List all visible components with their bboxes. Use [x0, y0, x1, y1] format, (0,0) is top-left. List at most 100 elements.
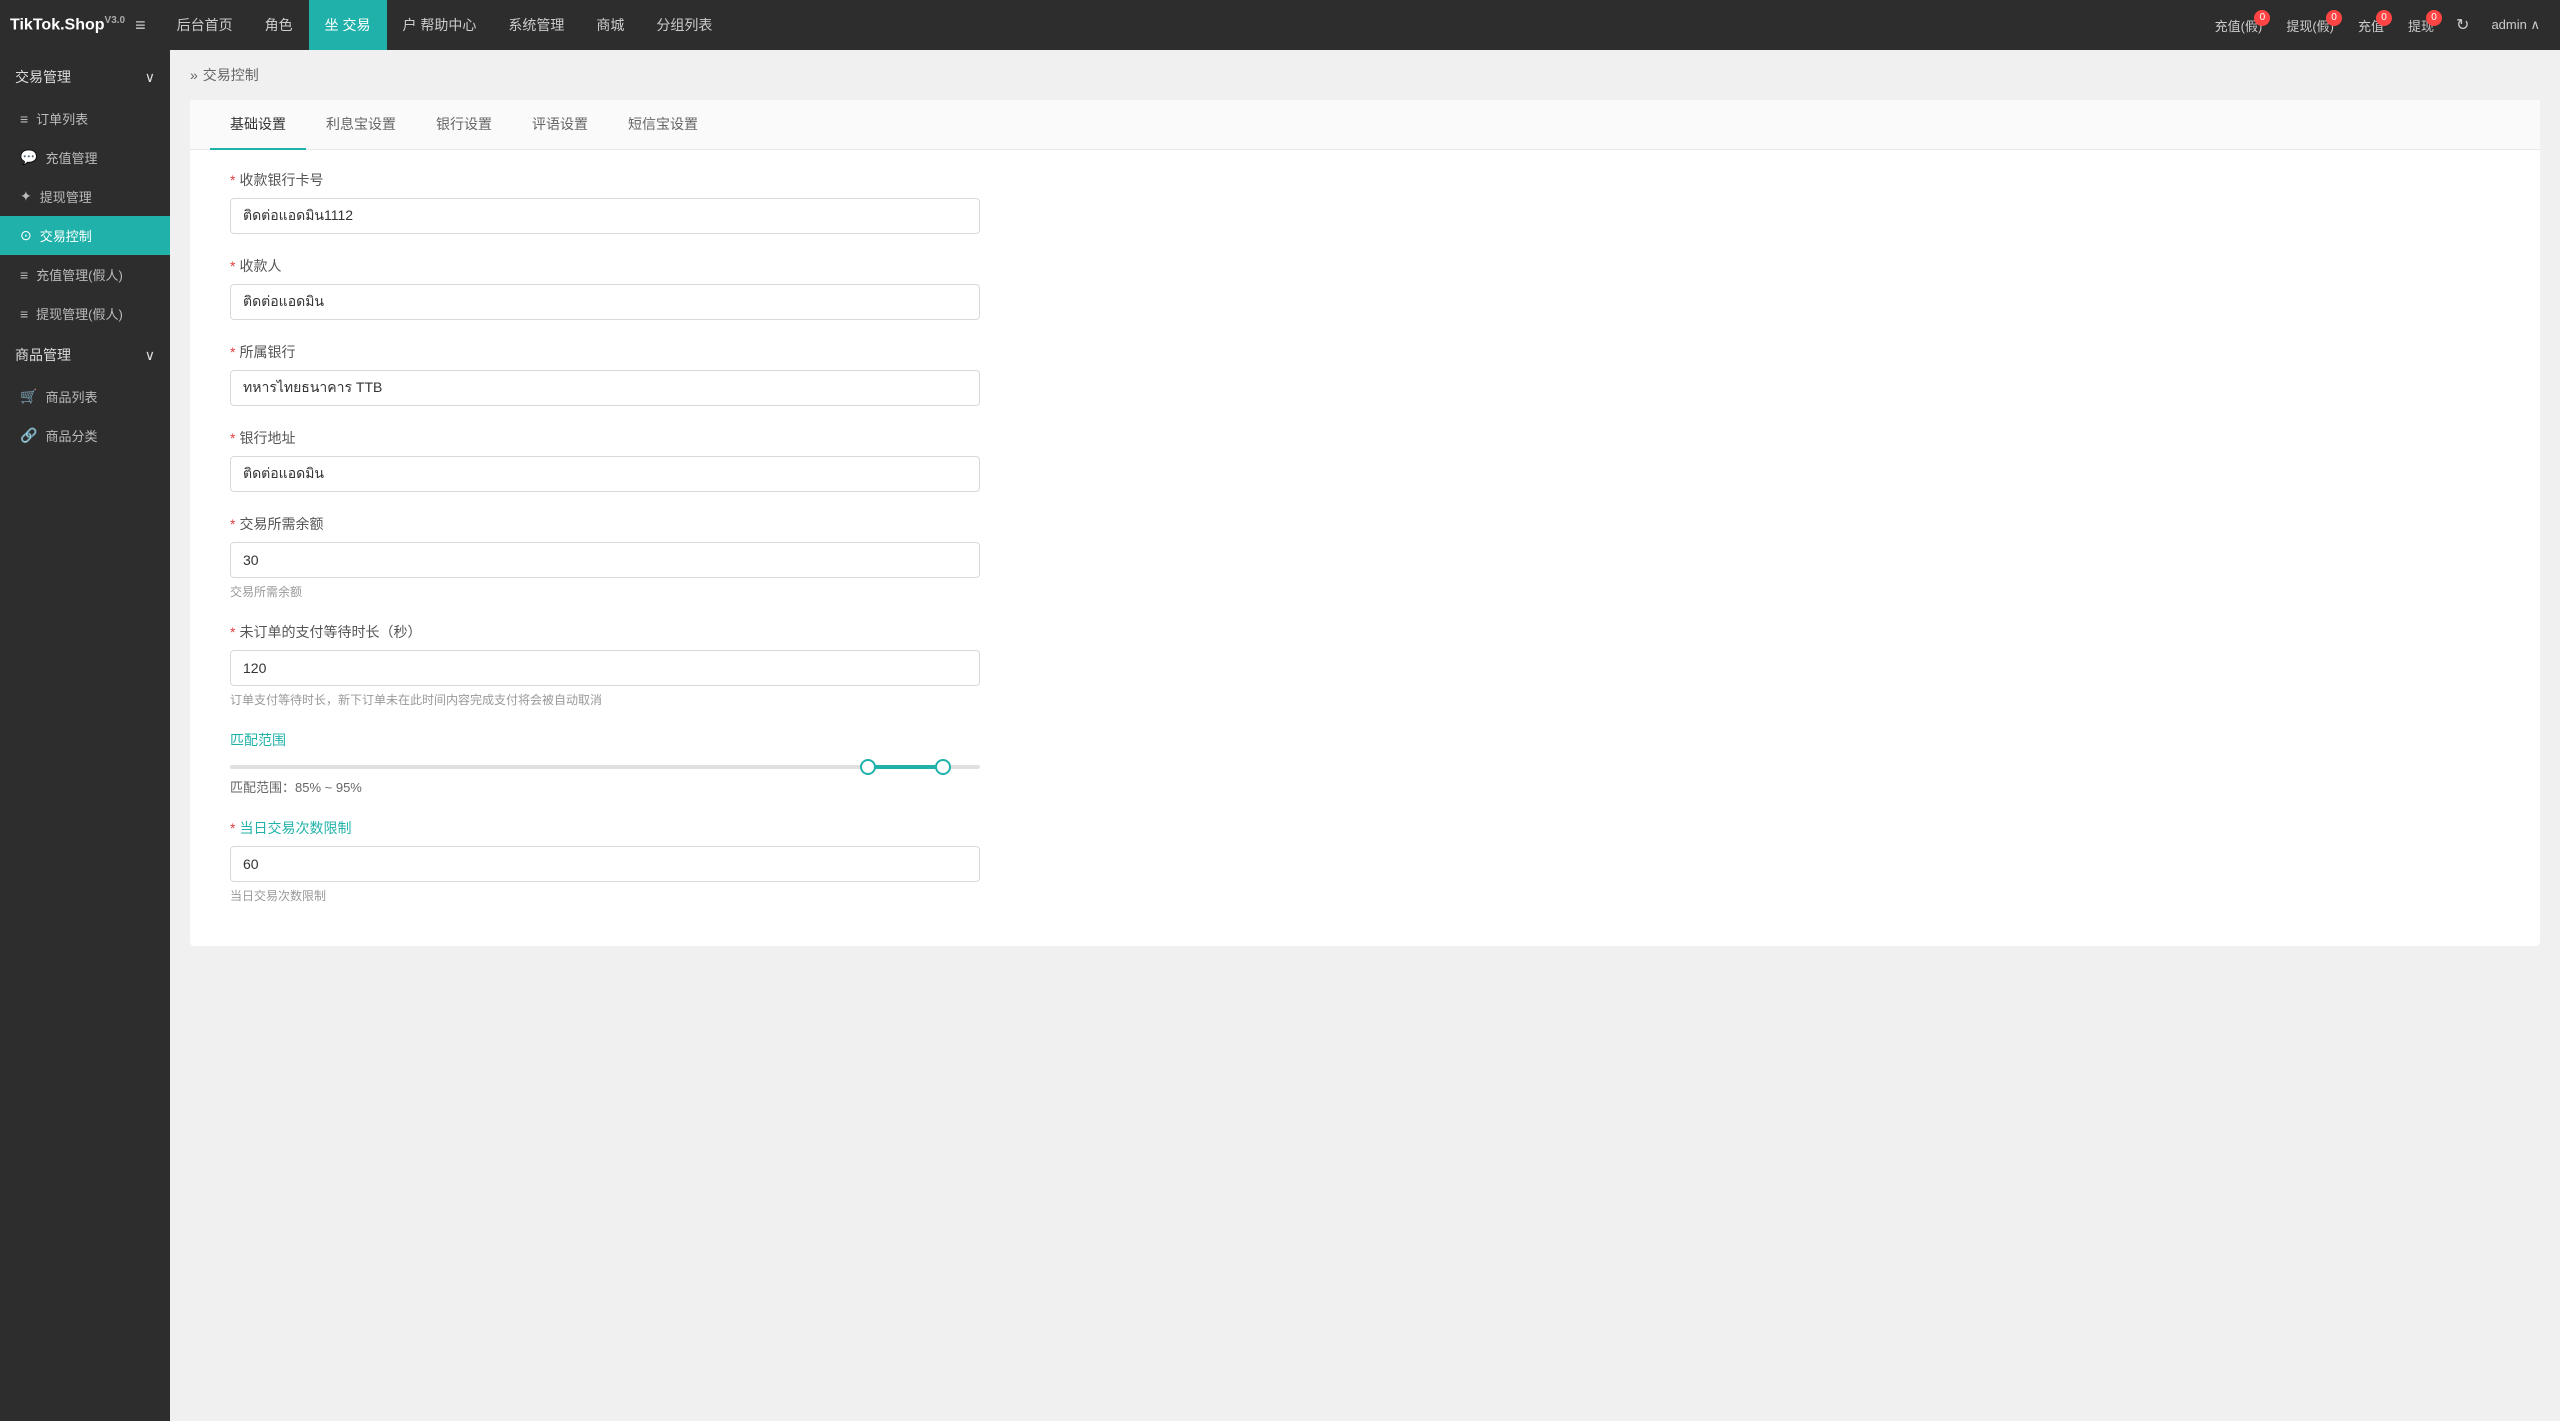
slider-hint: 匹配范围：85% ~ 95%: [230, 777, 2500, 796]
sidebar-item-trade-control-label: 交易控制: [40, 226, 92, 245]
withdraw-fake-button[interactable]: 提现(假) 0: [2276, 12, 2344, 39]
form-label-slider: 匹配范围: [230, 730, 2500, 750]
slider-thumb-right[interactable]: [935, 759, 951, 775]
form-label-trade-balance: * 交易所需余额: [230, 514, 2500, 534]
form-label-daily-limit: * 当日交易次数限制: [230, 818, 2500, 838]
input-bank-name[interactable]: [230, 370, 980, 406]
sidebar-section-product-label: 商品管理: [15, 345, 71, 365]
input-payee[interactable]: [230, 284, 980, 320]
nav-grouplist[interactable]: 分组列表: [640, 0, 728, 50]
hint-daily-limit: 当日交易次数限制: [230, 887, 2500, 904]
hint-trade-balance: 交易所需余额: [230, 583, 2500, 600]
control-icon: ⊙: [20, 227, 32, 244]
sidebar-item-recharge-label: 充值管理: [45, 148, 97, 167]
chevron-down-icon2: ∨: [145, 347, 155, 364]
tab-alipay[interactable]: 利息宝设置: [306, 100, 416, 150]
tab-sms[interactable]: 短信宝设置: [608, 100, 718, 150]
list2-icon: ≡: [20, 267, 28, 283]
input-daily-limit[interactable]: [230, 846, 980, 882]
slider-thumb-left[interactable]: [860, 759, 876, 775]
breadcrumb: » 交易控制: [190, 65, 2540, 85]
required-mark3: *: [230, 344, 235, 360]
sidebar-item-product-category[interactable]: 🔗 商品分类: [0, 416, 170, 455]
tab-review[interactable]: 评语设置: [512, 100, 608, 150]
tab-bank[interactable]: 银行设置: [416, 100, 512, 150]
label-text-daily-limit: 当日交易次数限制: [239, 818, 351, 838]
sidebar-item-recharge-fake-label: 充值管理(假人): [36, 265, 123, 284]
withdraw-fake-badge: 0: [2326, 10, 2342, 26]
sidebar-item-withdraw-mgmt[interactable]: ✦ 提现管理: [0, 177, 170, 216]
sidebar-item-recharge-mgmt[interactable]: 💬 充值管理: [0, 138, 170, 177]
input-bank-card[interactable]: [230, 198, 980, 234]
sidebar-item-recharge-fake[interactable]: ≡ 充值管理(假人): [0, 255, 170, 294]
sidebar-item-product-list[interactable]: 🛒 商品列表: [0, 377, 170, 416]
refresh-button[interactable]: ↻: [2448, 11, 2477, 39]
nav-system[interactable]: 系统管理: [492, 0, 580, 50]
app-logo: TikTok.ShopV3.0: [10, 15, 125, 34]
slider-container[interactable]: [230, 765, 980, 769]
withdraw-badge: 0: [2426, 10, 2442, 26]
required-mark: *: [230, 172, 235, 188]
sidebar-item-trade-control[interactable]: ⊙ 交易控制: [0, 216, 170, 255]
form-group-bank-address: * 银行地址: [230, 428, 2500, 492]
nav-items: 后台首页 角色 坐 交易 户 帮助中心 系统管理 商城 分组列表: [161, 0, 2205, 50]
sidebar-section-product-mgmt[interactable]: 商品管理 ∨: [0, 333, 170, 377]
hint-payment-timeout: 订单支付等待时长，新下订单未在此时间内容完成支付将会被自动取消: [230, 691, 2500, 708]
form-label-payee: * 收款人: [230, 256, 2500, 276]
label-text-payee: 收款人: [239, 256, 281, 276]
input-payment-timeout[interactable]: [230, 650, 980, 686]
form-label-payment-timeout: * 未订单的支付等待时长（秒）: [230, 622, 2500, 642]
recharge-badge: 0: [2376, 10, 2392, 26]
input-trade-balance[interactable]: [230, 542, 980, 578]
recharge-button[interactable]: 充值 0: [2348, 12, 2394, 39]
form-group-daily-limit: * 当日交易次数限制 当日交易次数限制: [230, 818, 2500, 904]
required-mark6: *: [230, 624, 235, 640]
form-label-bank-address: * 银行地址: [230, 428, 2500, 448]
nav-shop[interactable]: 商城: [580, 0, 640, 50]
recharge-fake-button[interactable]: 充值(假) 0: [2205, 12, 2273, 39]
form-group-payee: * 收款人: [230, 256, 2500, 320]
label-text-trade-balance: 交易所需余额: [239, 514, 323, 534]
top-right-actions: 充值(假) 0 提现(假) 0 充值 0 提现 0 ↻ admin ∧: [2205, 11, 2550, 39]
page-layout: 交易管理 ∨ ≡ 订单列表 💬 充值管理 ✦ 提现管理 ⊙ 交易控制 ≡ 充值管…: [0, 50, 2560, 1421]
top-navigation: TikTok.ShopV3.0 ≡ 后台首页 角色 坐 交易 户 帮助中心 系统…: [0, 0, 2560, 50]
label-text-bank-address: 银行地址: [239, 428, 295, 448]
input-bank-address[interactable]: [230, 456, 980, 492]
tab-basic[interactable]: 基础设置: [210, 100, 306, 150]
withdraw-button[interactable]: 提现 0: [2398, 12, 2444, 39]
sidebar-item-withdraw-fake[interactable]: ≡ 提现管理(假人): [0, 294, 170, 333]
sidebar-section-trade-label: 交易管理: [15, 67, 71, 87]
label-text-bank-name: 所属银行: [239, 342, 295, 362]
form-group-bank-card: * 收款银行卡号: [230, 170, 2500, 234]
form-body: * 收款银行卡号 * 收款人 * 所: [190, 150, 2540, 946]
form-label-bank-name: * 所属银行: [230, 342, 2500, 362]
label-text-bank-card: 收款银行卡号: [239, 170, 323, 190]
chevron-down-icon: ∨: [145, 69, 155, 86]
list-icon: ≡: [20, 111, 28, 127]
menu-toggle-icon[interactable]: ≡: [135, 15, 146, 36]
label-text-slider: 匹配范围: [230, 730, 286, 750]
star-icon: ✦: [20, 188, 32, 205]
sidebar-section-trade-mgmt[interactable]: 交易管理 ∨: [0, 55, 170, 99]
sidebar-item-product-category-label: 商品分类: [45, 426, 97, 445]
sidebar-item-product-list-label: 商品列表: [45, 387, 97, 406]
form-group-payment-timeout: * 未订单的支付等待时长（秒） 订单支付等待时长，新下订单未在此时间内容完成支付…: [230, 622, 2500, 708]
nav-help[interactable]: 户 帮助中心: [387, 0, 493, 50]
sidebar-item-order-label: 订单列表: [36, 109, 88, 128]
nav-home[interactable]: 后台首页: [161, 0, 249, 50]
sidebar: 交易管理 ∨ ≡ 订单列表 💬 充值管理 ✦ 提现管理 ⊙ 交易控制 ≡ 充值管…: [0, 50, 170, 1421]
nav-trade[interactable]: 坐 交易: [309, 0, 387, 50]
required-mark2: *: [230, 258, 235, 274]
sidebar-item-order-list[interactable]: ≡ 订单列表: [0, 99, 170, 138]
form-group-bank-name: * 所属银行: [230, 342, 2500, 406]
link-icon: 🔗: [20, 427, 37, 444]
admin-menu-button[interactable]: admin ∧: [2481, 13, 2550, 37]
label-text-payment-timeout: 未订单的支付等待时长（秒）: [239, 622, 421, 642]
sidebar-item-withdraw-fake-label: 提现管理(假人): [36, 304, 123, 323]
required-mark4: *: [230, 430, 235, 446]
tab-bar: 基础设置 利息宝设置 银行设置 评语设置 短信宝设置: [190, 100, 2540, 150]
list3-icon: ≡: [20, 306, 28, 322]
sidebar-item-withdraw-label: 提现管理: [40, 187, 92, 206]
form-group-trade-balance: * 交易所需余额 交易所需余额: [230, 514, 2500, 600]
nav-role[interactable]: 角色: [249, 0, 309, 50]
